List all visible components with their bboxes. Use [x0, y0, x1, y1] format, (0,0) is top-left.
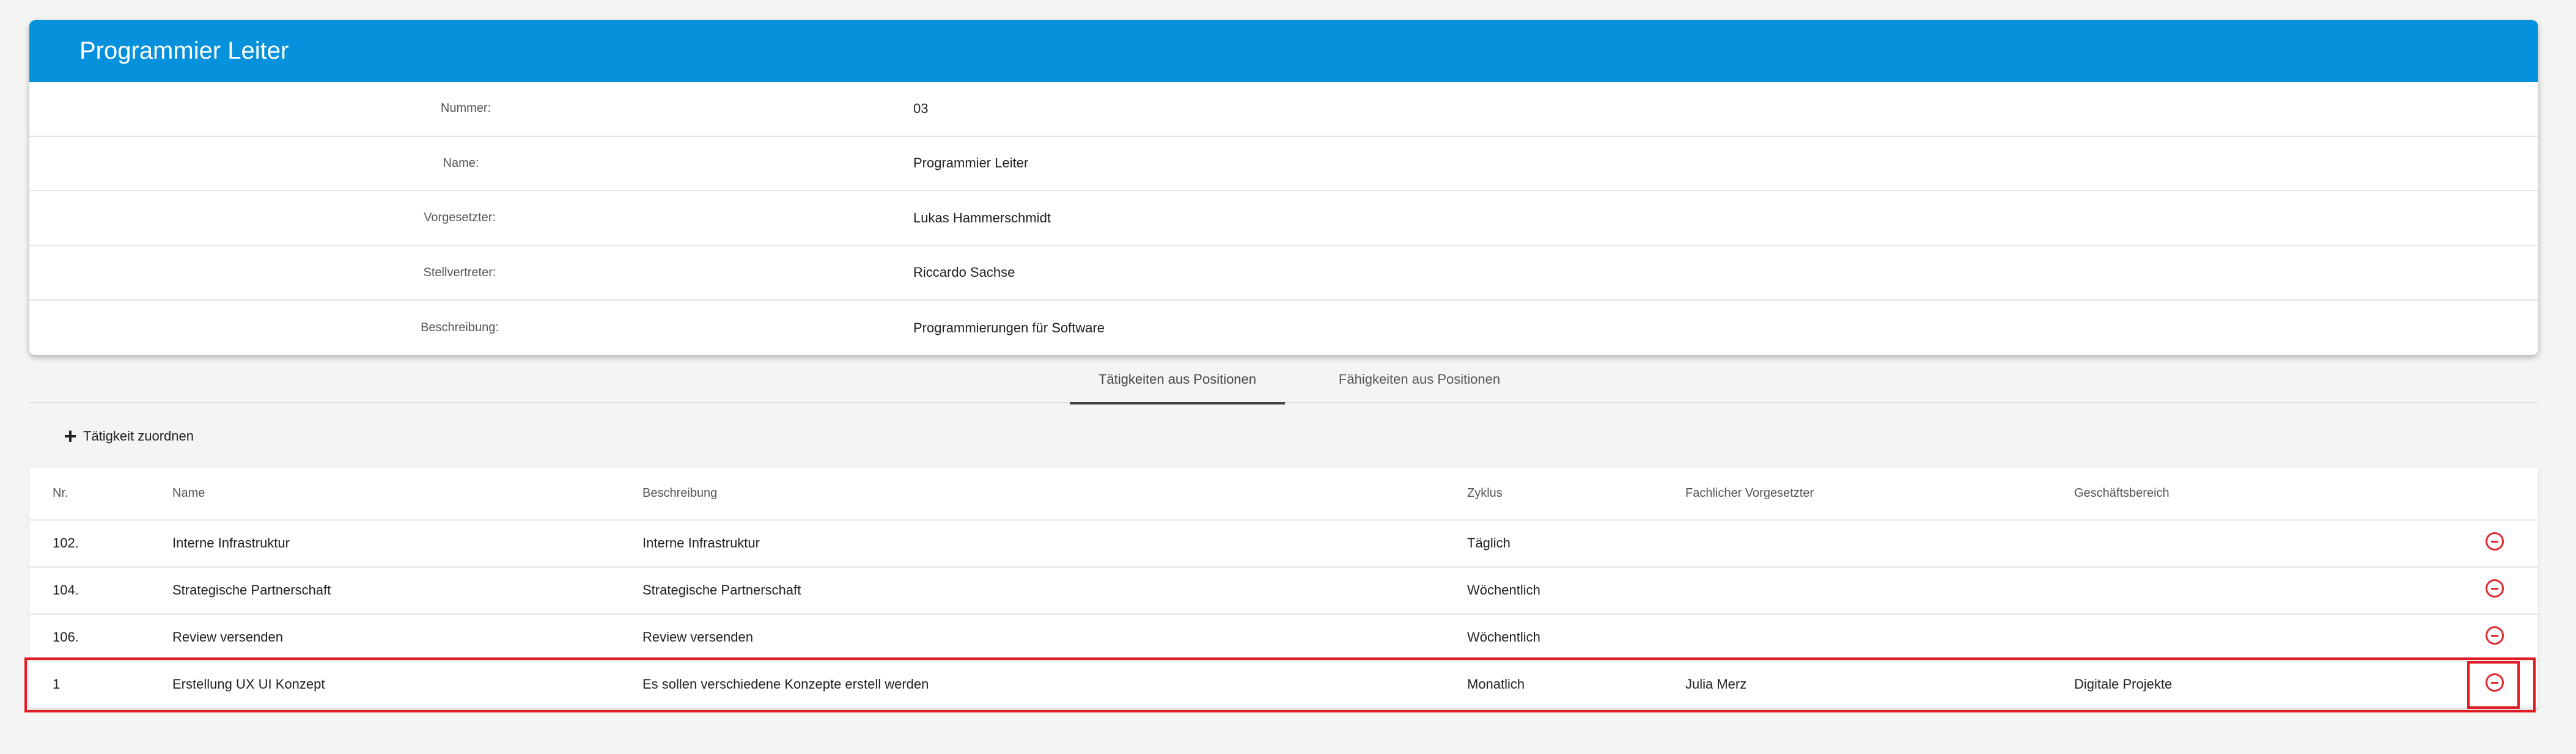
column-header-beschreibung: Beschreibung — [642, 486, 718, 500]
table-row[interactable]: 106. Review versenden Review versenden W… — [29, 615, 2538, 662]
detail-value-name: Programmier Leiter — [913, 155, 1029, 171]
detail-row-name: Name: Programmier Leiter — [29, 137, 2538, 191]
cell-beschreibung: Interne Infrastruktur — [642, 535, 760, 551]
cell-nr: 102. — [53, 535, 79, 551]
remove-circle-icon[interactable] — [2486, 532, 2504, 551]
cell-beschreibung: Strategische Partnerschaft — [642, 582, 801, 598]
cell-name: Review versenden — [172, 629, 283, 645]
cell-name: Interne Infrastruktur — [172, 535, 290, 551]
cell-name: Strategische Partnerschaft — [172, 582, 331, 598]
detail-label-nummer: Nummer: — [440, 101, 491, 115]
remove-circle-icon[interactable] — [2486, 673, 2504, 692]
cell-name: Erstellung UX UI Konzept — [172, 676, 325, 692]
add-activity-label: Tätigkeit zuordnen — [83, 428, 194, 444]
cell-beschreibung: Es sollen verschiedene Konzepte erstell … — [642, 676, 929, 692]
page-title: Programmier Leiter — [29, 20, 2538, 82]
tab-taetigkeiten[interactable]: Tätigkeiten aus Positionen — [1070, 367, 1285, 404]
detail-label-vorgesetzter: Vorgesetzter: — [424, 211, 496, 225]
detail-value-beschreibung: Programmierungen für Software — [913, 320, 1105, 335]
detail-row-stellvertreter: Stellvertreter: Riccardo Sachse — [29, 246, 2538, 301]
cell-beschreibung: Review versenden — [642, 629, 753, 645]
detail-value-stellvertreter: Riccardo Sachse — [913, 265, 1015, 280]
remove-circle-icon[interactable] — [2486, 626, 2504, 645]
cell-bereich: Digitale Projekte — [2074, 676, 2173, 692]
add-activity-button[interactable]: + Tätigkeit zuordnen — [61, 424, 194, 448]
table-row[interactable]: 102. Interne Infrastruktur Interne Infra… — [29, 521, 2538, 568]
cell-zyklus: Monatlich — [1467, 676, 1525, 692]
position-detail-card: Programmier Leiter Nummer: 03 Name: Prog… — [29, 20, 2538, 355]
table-header: Nr. Name Beschreibung Zyklus Fachlicher … — [29, 468, 2538, 521]
detail-label-stellvertreter: Stellvertreter: — [423, 265, 496, 279]
cell-zyklus: Wöchentlich — [1467, 582, 1540, 598]
cell-zyklus: Täglich — [1467, 535, 1511, 551]
cell-zyklus: Wöchentlich — [1467, 629, 1540, 645]
column-header-geschaeftsbereich: Geschäftsbereich — [2074, 486, 2169, 500]
column-header-zyklus: Zyklus — [1467, 486, 1503, 500]
cell-nr: 104. — [53, 582, 79, 598]
column-header-fachlicher-vorgesetzter: Fachlicher Vorgesetzter — [1685, 486, 1814, 500]
tab-faehigkeiten[interactable]: Fähigkeiten aus Positionen — [1298, 367, 1540, 402]
detail-row-vorgesetzter: Vorgesetzter: Lukas Hammerschmidt — [29, 191, 2538, 246]
detail-label-beschreibung: Beschreibung: — [421, 321, 499, 335]
detail-value-nummer: 03 — [913, 100, 929, 116]
plus-icon: + — [64, 423, 77, 448]
cell-nr: 1 — [53, 676, 61, 692]
cell-vorgesetzter: Julia Merz — [1685, 676, 1747, 692]
column-header-nr: Nr. — [53, 486, 68, 500]
activities-table: Nr. Name Beschreibung Zyklus Fachlicher … — [29, 468, 2538, 709]
detail-value-vorgesetzter: Lukas Hammerschmidt — [913, 210, 1051, 225]
table-row[interactable]: 104. Strategische Partnerschaft Strategi… — [29, 568, 2538, 615]
table-row[interactable]: 1 Erstellung UX UI Konzept Es sollen ver… — [29, 662, 2538, 709]
detail-row-nummer: Nummer: 03 — [29, 82, 2538, 137]
tab-bar: Tätigkeiten aus Positionen Fähigkeiten a… — [29, 367, 2538, 404]
cell-nr: 106. — [53, 629, 79, 645]
detail-row-beschreibung: Beschreibung: Programmierungen für Softw… — [29, 301, 2538, 355]
detail-label-name: Name: — [443, 156, 479, 170]
remove-circle-icon[interactable] — [2486, 579, 2504, 598]
column-header-name: Name — [172, 486, 205, 500]
